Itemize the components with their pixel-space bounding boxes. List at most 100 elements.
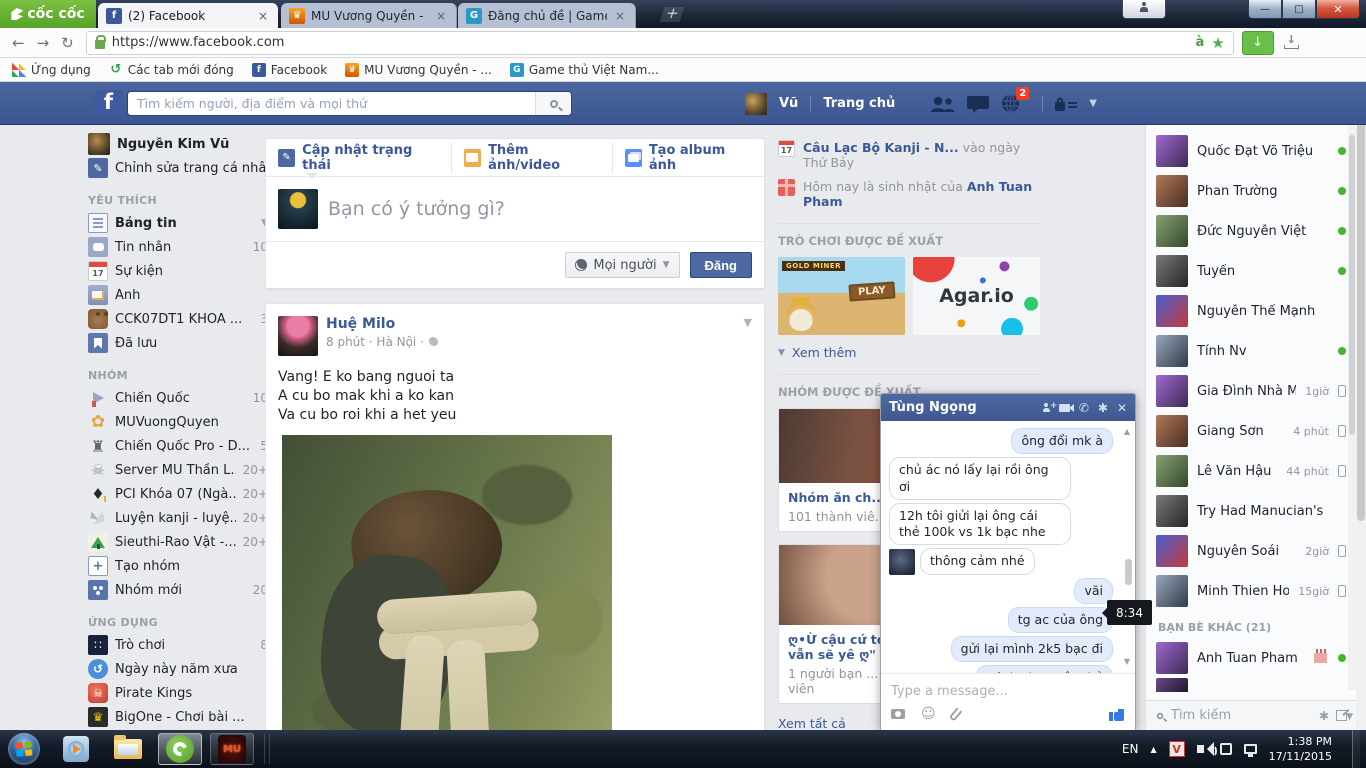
new-tab-button[interactable]: + <box>660 7 685 22</box>
sidebar-item[interactable]: Tin nhắn 10 <box>88 235 268 259</box>
https-lock-icon[interactable] <box>95 40 105 49</box>
play-button[interactable]: PLAY <box>849 281 896 301</box>
taskbar-coccoc[interactable] <box>158 733 202 765</box>
tab-mu-vuong-quyen[interactable]: ♛ MU Vương Quyền - Game × <box>281 3 457 28</box>
contact-row[interactable]: Nguyên Soái 2giờ <box>1146 531 1356 571</box>
contact-row[interactable]: Quốc Đạt Võ Triệu <box>1146 131 1356 171</box>
sidebar-item[interactable]: Tạo nhóm <box>88 554 268 578</box>
chat-avatar[interactable] <box>889 549 915 575</box>
hidden-icons-caret[interactable]: ▲ <box>1150 745 1156 754</box>
bookmark-star-icon[interactable]: ★ <box>1211 34 1224 52</box>
tab-game-thu[interactable]: G Đăng chủ đề | Game thủ V × <box>458 3 636 28</box>
camera-icon[interactable] <box>891 709 905 719</box>
start-button[interactable] <box>8 733 40 765</box>
close-tab-icon[interactable]: × <box>434 9 448 23</box>
contacts-search-input[interactable] <box>1171 708 1312 723</box>
contact-row[interactable]: Nguyễn Thế Mạnh <box>1146 291 1356 331</box>
extension-icon[interactable]: à <box>1196 35 1205 50</box>
sidebar-item[interactable]: Bảng tin ▼ <box>88 211 268 235</box>
audience-selector[interactable]: Mọi người ▼ <box>565 252 679 278</box>
restore-button[interactable]: □ <box>1282 0 1316 19</box>
sidebar-item[interactable]: CCK07DT1 KHOA ... 3 <box>88 307 268 331</box>
profile-link[interactable]: Vũ <box>779 96 798 111</box>
bookmark-item[interactable]: ♛ MU Vương Quyền - ... <box>345 63 492 77</box>
coccoc-logo[interactable]: cốc cốc <box>0 0 96 28</box>
sidebar-item[interactable]: Server MU Thần L... 20+ <box>88 458 268 482</box>
add-person-icon[interactable] <box>1043 403 1050 412</box>
browser-profile-button[interactable] <box>1122 0 1166 19</box>
phone-call-icon[interactable]: ✆ <box>1079 401 1089 415</box>
game-card-agario[interactable]: Agar.io <box>913 257 1040 335</box>
facebook-logo[interactable]: f <box>95 90 122 117</box>
download-button[interactable]: ↓ <box>1242 31 1274 55</box>
chat-title[interactable]: Tùng Ngọng <box>889 400 1034 415</box>
close-chat-icon[interactable]: ✕ <box>1117 401 1127 415</box>
sidebar-item[interactable]: Đã lưu <box>88 331 268 355</box>
sidebar-edit-profile[interactable]: ✎ Chỉnh sửa trang cá nhân <box>88 156 268 180</box>
post-photo[interactable] <box>282 435 612 735</box>
scroll-up-icon[interactable]: ▲ <box>1124 427 1130 436</box>
forward-button[interactable]: → <box>37 34 50 52</box>
gear-icon[interactable]: ✱ <box>1098 401 1108 415</box>
contact-row[interactable]: Try Had Manucian's <box>1146 491 1356 531</box>
birthday-row[interactable]: Hôm nay là sinh nhật của Anh Tuan Pham <box>778 179 1042 209</box>
see-more-link[interactable]: ▼ Xem thêm <box>778 345 1042 360</box>
status-input[interactable] <box>328 189 752 229</box>
power-icon[interactable] <box>1220 743 1232 755</box>
close-tab-icon[interactable]: × <box>256 9 270 23</box>
gear-icon[interactable]: ✱ <box>1319 709 1329 723</box>
post-menu-caret-icon[interactable]: ▼ <box>744 316 752 329</box>
contact-row[interactable]: Tuyến <box>1146 251 1356 291</box>
sidebar-item[interactable]: Luyện kanji - luyệ... 20+ <box>88 506 268 530</box>
like-thumb-icon[interactable] <box>1109 707 1125 721</box>
emoji-icon[interactable]: ☺ <box>921 709 936 719</box>
minimize-button[interactable]: — <box>1248 0 1282 19</box>
reload-button[interactable]: ↻ <box>61 34 74 52</box>
composer-tab-status[interactable]: ✎ Cập nhật trạng thái <box>278 143 439 173</box>
sidebar-item[interactable]: Ngày này năm xưa <box>88 657 268 681</box>
post-author-avatar[interactable] <box>278 316 318 356</box>
close-window-button[interactable]: ✕ <box>1316 0 1360 19</box>
page-scrollbar-thumb[interactable] <box>1357 91 1365 521</box>
clock[interactable]: 1:38 PM 17/11/2015 <box>1269 734 1340 765</box>
contact-row[interactable]: Gia Đình Nhà Mỡ 1giờ <box>1146 371 1356 411</box>
chat-scrollbar-thumb[interactable] <box>1125 559 1132 585</box>
user-avatar[interactable] <box>745 93 767 115</box>
search-input[interactable] <box>128 92 535 115</box>
composer-tab-album[interactable]: Tạo album ảnh <box>612 143 752 173</box>
bookmark-item[interactable]: G Game thủ Việt Nam... <box>510 63 659 77</box>
page-scrollbar[interactable] <box>1356 83 1366 730</box>
sidebar-item[interactable]: Ảnh <box>88 283 268 307</box>
friend-requests-icon[interactable] <box>929 95 955 113</box>
event-link[interactable]: Câu Lạc Bộ Kanji - N... <box>803 140 959 155</box>
chat-message-input[interactable] <box>891 684 1125 699</box>
downloads-tray-icon[interactable] <box>1284 37 1298 49</box>
taskbar-mu-game[interactable]: MU <box>210 733 254 765</box>
bookmark-item[interactable]: Ứng dụng <box>12 63 91 77</box>
video-call-icon[interactable] <box>1059 404 1070 412</box>
search-button[interactable] <box>535 92 571 115</box>
post-author-name[interactable]: Huệ Milo <box>326 316 438 332</box>
sidebar-profile[interactable]: Nguyễn Kim Vũ <box>88 132 268 156</box>
close-tab-icon[interactable]: × <box>613 9 627 23</box>
chat-header[interactable]: Tùng Ngọng ✆ ✱ ✕ <box>881 394 1135 421</box>
account-menu-caret-icon[interactable]: ▼ <box>1089 98 1097 109</box>
back-button[interactable]: ← <box>12 34 25 52</box>
sidebar-item[interactable]: PCI Khóa 07 (Ngà... 20+ <box>88 482 268 506</box>
tab-facebook[interactable]: f (2) Facebook × <box>98 3 278 28</box>
contacts-scrollbar[interactable] <box>1348 125 1356 690</box>
composer-tab-photo[interactable]: Thêm ảnh/video <box>451 143 600 173</box>
game-card-gold-miner[interactable]: GOLD MINER PLAY <box>778 257 905 335</box>
sidebar-item[interactable]: Trò chơi 8 <box>88 633 268 657</box>
event-invite-row[interactable]: Câu Lạc Bộ Kanji - N... vào ngày Thứ Bảy <box>778 140 1042 170</box>
home-link[interactable]: Trang chủ <box>823 96 895 111</box>
unikey-icon[interactable]: V <box>1169 741 1185 757</box>
contact-row[interactable]: Phan Trường <box>1146 171 1356 211</box>
volume-icon[interactable] <box>1197 745 1204 753</box>
sidebar-item[interactable]: Pirate Kings <box>88 681 268 705</box>
sidebar-item[interactable]: BigOne - Chơi bài ... <box>88 705 268 729</box>
contact-row[interactable]: Giang Sơn 4 phút <box>1146 411 1356 451</box>
network-icon[interactable] <box>1244 744 1257 754</box>
bookmark-item[interactable]: ↺ Các tab mới đóng <box>109 63 234 77</box>
taskbar-media-player[interactable] <box>54 733 98 765</box>
